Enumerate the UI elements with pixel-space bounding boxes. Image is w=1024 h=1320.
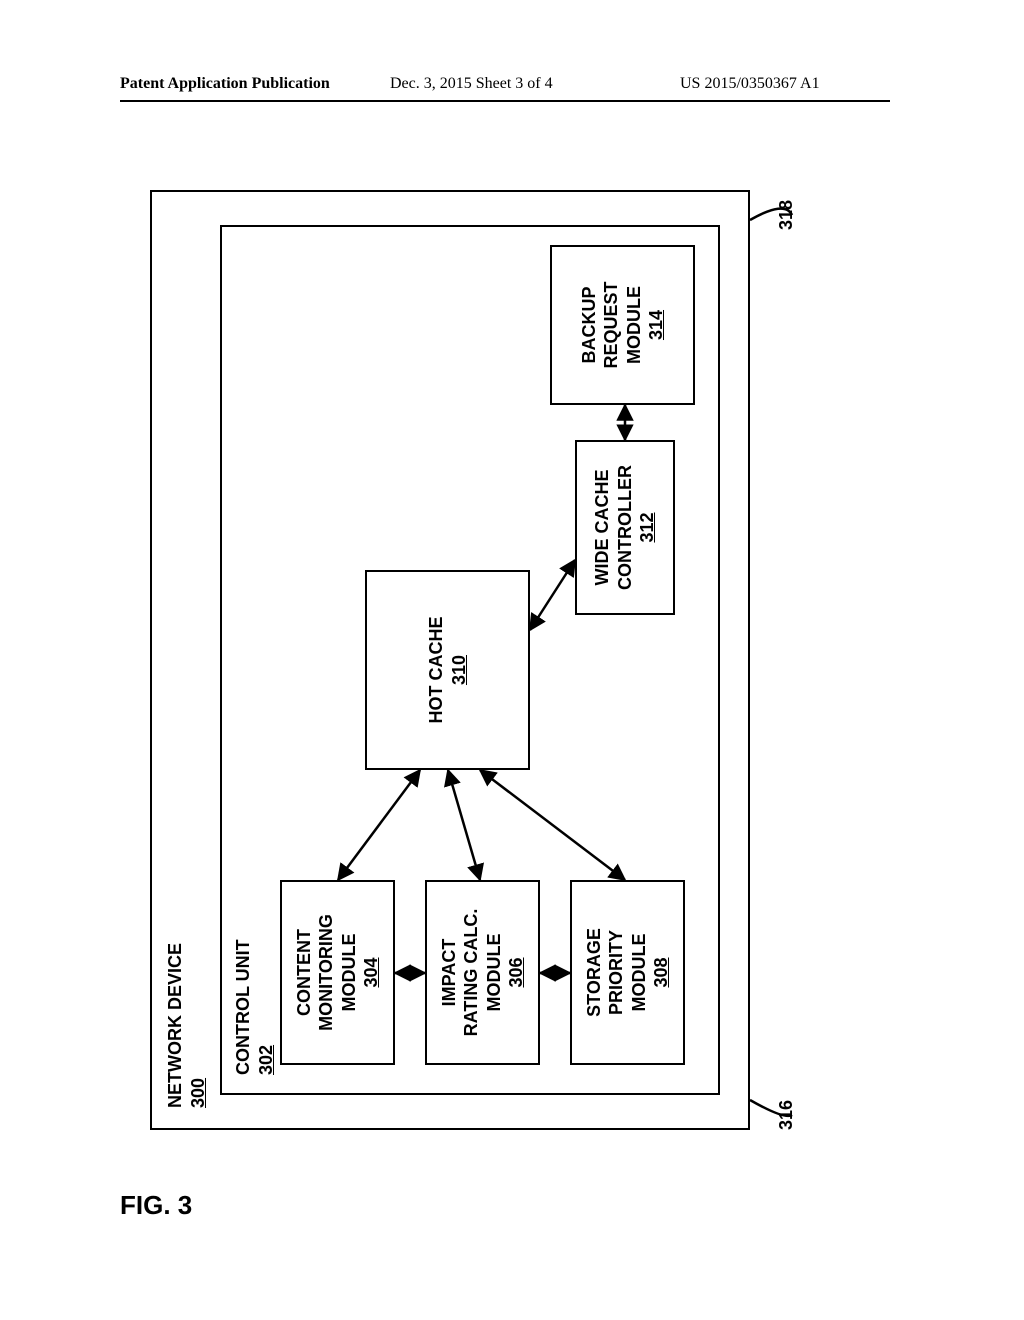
content-monitoring-line1: CONTENT — [293, 929, 316, 1016]
conn-316-label: 316 — [775, 1100, 798, 1130]
impact-rating-line2: RATING CALC. — [460, 909, 483, 1037]
hot-cache-line1: HOT CACHE — [425, 617, 448, 724]
hot-cache-ref: 310 — [448, 655, 471, 685]
content-monitoring-box: CONTENT MONITORING MODULE 304 — [280, 880, 395, 1065]
storage-priority-line1: STORAGE — [583, 928, 606, 1017]
storage-priority-line2: PRIORITY — [605, 930, 628, 1015]
wide-cache-line2: CONTROLLER — [614, 465, 637, 590]
impact-rating-line3: MODULE — [483, 934, 506, 1012]
diagram: NETWORK DEVICE 300 CONTROL UNIT 302 CONT… — [120, 160, 840, 1160]
control-unit-ref: 302 — [255, 1045, 278, 1075]
control-unit-title: CONTROL UNIT — [232, 939, 255, 1075]
backup-request-ref: 314 — [645, 310, 668, 340]
header-rule — [120, 100, 890, 102]
diagram-rotated-wrap: NETWORK DEVICE 300 CONTROL UNIT 302 CONT… — [120, 160, 840, 1160]
content-monitoring-line2: MONITORING — [315, 914, 338, 1031]
header-left: Patent Application Publication — [120, 75, 330, 93]
storage-priority-line3: MODULE — [628, 934, 651, 1012]
figure-label: FIG. 3 — [120, 1190, 192, 1221]
backup-request-line3: MODULE — [623, 286, 646, 364]
backup-request-line2: REQUEST — [600, 282, 623, 369]
impact-rating-line1: IMPACT — [438, 939, 461, 1007]
wide-cache-box: WIDE CACHE CONTROLLER 312 — [575, 440, 675, 615]
backup-request-line1: BACKUP — [578, 287, 601, 364]
header-right: US 2015/0350367 A1 — [680, 75, 820, 93]
backup-request-box: BACKUP REQUEST MODULE 314 — [550, 245, 695, 405]
storage-priority-ref: 308 — [650, 957, 673, 987]
impact-rating-box: IMPACT RATING CALC. MODULE 306 — [425, 880, 540, 1065]
conn-318-label: 318 — [775, 200, 798, 230]
network-device-title: NETWORK DEVICE — [164, 943, 187, 1108]
storage-priority-box: STORAGE PRIORITY MODULE 308 — [570, 880, 685, 1065]
header-mid: Dec. 3, 2015 Sheet 3 of 4 — [390, 75, 553, 93]
impact-rating-ref: 306 — [505, 957, 528, 987]
content-monitoring-ref: 304 — [360, 957, 383, 987]
wide-cache-ref: 312 — [636, 512, 659, 542]
wide-cache-line1: WIDE CACHE — [591, 470, 614, 586]
content-monitoring-line3: MODULE — [338, 934, 361, 1012]
network-device-ref: 300 — [187, 1078, 210, 1108]
hot-cache-box: HOT CACHE 310 — [365, 570, 530, 770]
